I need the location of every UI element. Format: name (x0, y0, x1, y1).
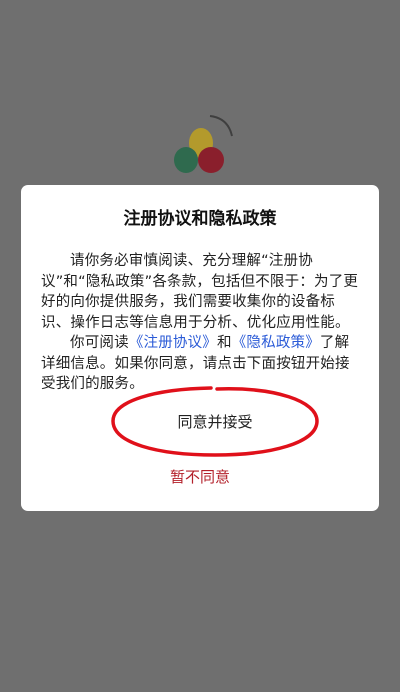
dialog-title: 注册协议和隐私政策 (123, 209, 277, 229)
agree-button[interactable]: 同意并接受 (109, 387, 321, 455)
links-paragraph: 你可阅读《注册协议》和《隐私政策》了解详细信息。如果你同意，请点击下面按钮开始接… (41, 333, 361, 395)
dialog-body: 请你务必审慎阅读、充分理解“注册协议”和“隐私政策”各条款，包括但不限于：为了更… (41, 251, 361, 395)
privacy-agreement-dialog: 注册协议和隐私政策 请你务必审慎阅读、充分理解“注册协议”和“隐私政策”各条款，… (21, 185, 379, 511)
agree-button-area: 同意并接受 (109, 386, 321, 457)
register-agreement-link[interactable]: 《注册协议》 (129, 335, 217, 351)
links-paragraph-and: 和 (217, 335, 232, 351)
app-logo-icon (170, 112, 242, 176)
links-paragraph-prefix: 你可阅读 (70, 335, 129, 351)
decline-button[interactable]: 暂不同意 (21, 463, 379, 489)
agreement-paragraph: 请你务必审慎阅读、充分理解“注册协议”和“隐私政策”各条款，包括但不限于：为了更… (41, 253, 359, 331)
privacy-policy-link[interactable]: 《隐私政策》 (232, 335, 320, 351)
